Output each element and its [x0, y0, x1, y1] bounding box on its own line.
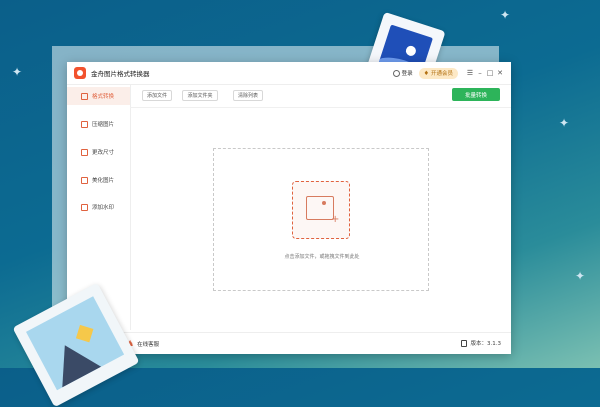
sidebar-item-label: 添加水印: [92, 205, 115, 211]
help-label: 在线客服: [137, 341, 160, 348]
add-folder-button[interactable]: 添加文件夹: [182, 90, 218, 101]
resize-icon: [81, 148, 88, 156]
sparkle-decoration: ✦: [500, 8, 511, 22]
maximize-icon[interactable]: □: [485, 69, 495, 77]
compress-image-icon: [81, 120, 88, 128]
batch-convert-button[interactable]: 批量转换: [452, 88, 500, 101]
watermark-icon: [81, 203, 88, 211]
app-title: 金舟图片格式转换器: [91, 70, 150, 78]
sidebar-item-label: 压缩图片: [92, 122, 115, 128]
login-link[interactable]: 登录: [402, 69, 413, 77]
version-label: 版本：3.1.3: [470, 341, 502, 347]
close-icon[interactable]: ✕: [495, 69, 505, 77]
beautify-icon: [81, 176, 88, 184]
vip-button[interactable]: ♦ 开通会员: [418, 67, 458, 79]
online-support-link[interactable]: ♞ 在线客服: [127, 339, 159, 348]
title-bar: 金舟图片格式转换器 登录 ♦ 开通会员 ☰ – □ ✕: [67, 62, 511, 85]
sidebar-item-resize[interactable]: 更改尺寸: [67, 143, 130, 161]
sparkle-decoration: ✦: [12, 65, 23, 79]
add-file-button[interactable]: 添加文件: [142, 90, 172, 101]
sidebar-item-label: 美化图片: [92, 178, 115, 184]
diamond-icon: ♦: [423, 69, 429, 77]
sidebar-item-label: 更改尺寸: [92, 150, 115, 156]
app-logo-icon: [74, 67, 86, 79]
sidebar-item-format-convert[interactable]: 格式转换: [67, 87, 130, 105]
version-icon: [460, 339, 467, 347]
sparkle-decoration: ✦: [575, 269, 586, 283]
menu-icon[interactable]: ☰: [465, 69, 475, 77]
user-icon[interactable]: [392, 69, 400, 77]
image-convert-icon: [81, 92, 88, 100]
drop-hint-text: 点击添加文件，或拖拽文件到此处: [284, 254, 360, 260]
vip-label: 开通会员: [430, 71, 453, 77]
sidebar-item-watermark[interactable]: 添加水印: [67, 198, 130, 216]
add-image-icon[interactable]: +: [292, 181, 350, 239]
sidebar-item-label: 格式转换: [92, 94, 115, 100]
file-drop-zone[interactable]: + 点击添加文件，或拖拽文件到此处: [213, 148, 429, 291]
version-info: 版本：3.1.3: [460, 339, 502, 347]
sidebar-item-beautify[interactable]: 美化图片: [67, 171, 130, 189]
sparkle-decoration: ✦: [559, 116, 570, 130]
clear-list-button[interactable]: 清除列表: [233, 90, 263, 101]
minimize-icon[interactable]: –: [475, 69, 485, 77]
app-window: 金舟图片格式转换器 登录 ♦ 开通会员 ☰ – □ ✕ 格式转换 压缩图片 更改…: [67, 62, 511, 354]
sidebar-item-compress[interactable]: 压缩图片: [67, 115, 130, 133]
